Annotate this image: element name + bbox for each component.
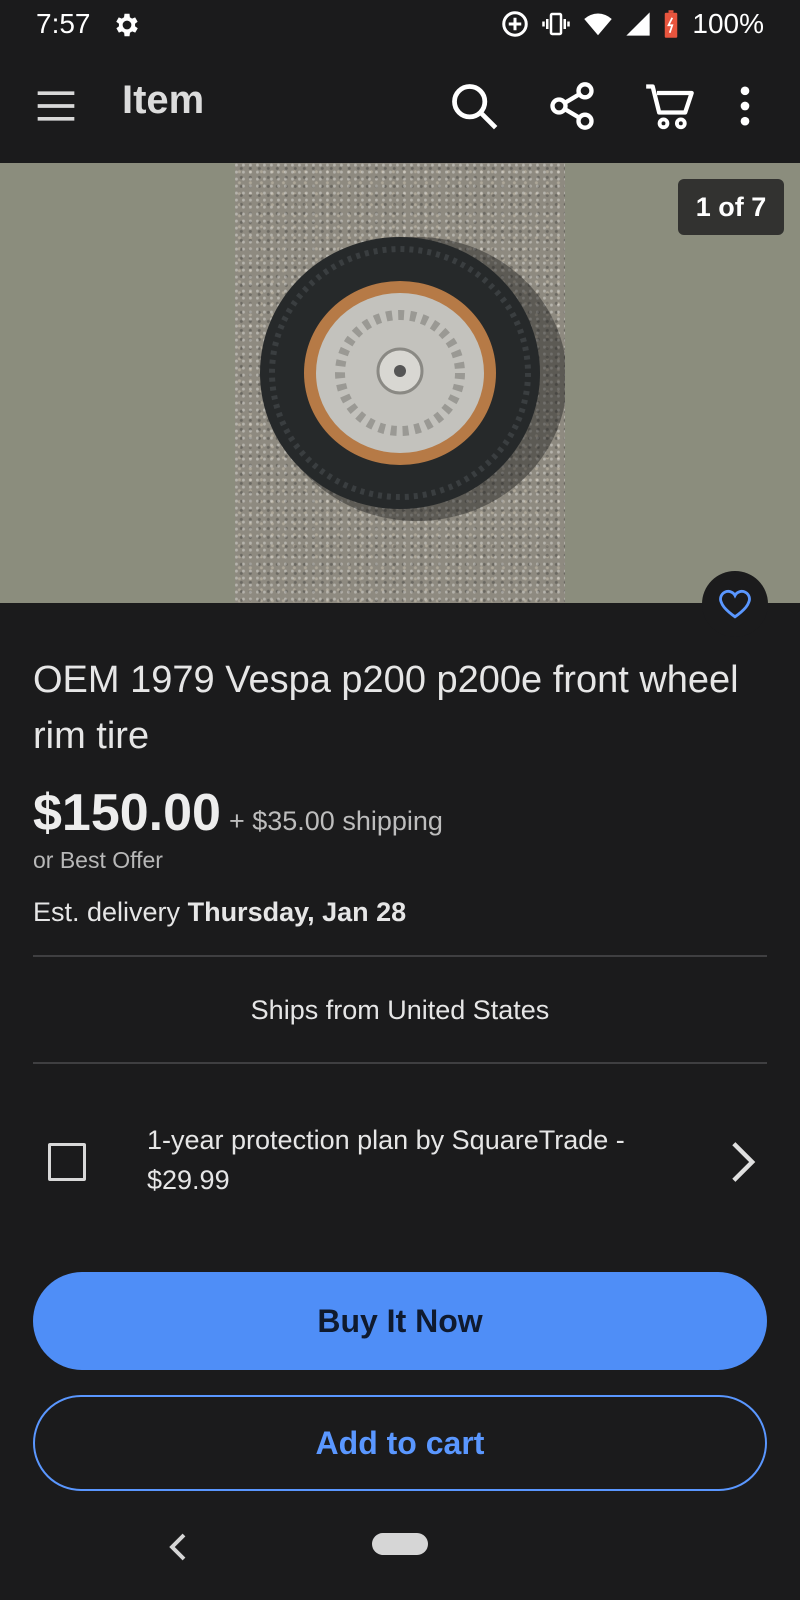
price: $150.00: [33, 784, 221, 842]
page-title: Item: [122, 78, 205, 122]
battery-icon: [665, 10, 678, 38]
signal-icon: [626, 12, 651, 36]
search-icon[interactable]: [448, 80, 500, 132]
add-to-cart-button[interactable]: Add to cart: [33, 1395, 767, 1491]
tire-image: [260, 237, 565, 521]
app-bar: Item: [0, 52, 800, 162]
listing-title: OEM 1979 Vespa p200 p200e front wheel ri…: [33, 659, 739, 757]
vibrate-icon: [542, 12, 571, 36]
data-saver-icon: [502, 11, 529, 37]
menu-icon[interactable]: [34, 84, 78, 128]
best-offer-label: or Best Offer: [33, 847, 163, 873]
delivery-prefix: Est. delivery: [33, 897, 181, 927]
battery-level: 100%: [692, 8, 764, 39]
image-gallery[interactable]: 1 of 7: [0, 163, 800, 603]
protection-plan-checkbox[interactable]: [48, 1143, 86, 1181]
more-icon[interactable]: [730, 80, 760, 132]
back-icon[interactable]: [166, 1529, 190, 1565]
status-time: 7:57: [36, 8, 91, 39]
watch-button[interactable]: [702, 571, 768, 637]
shipping-cost: + $35.00 shipping: [228, 806, 443, 836]
price-row: $150.00 + $35.00 shipping: [33, 783, 443, 843]
product-photo[interactable]: [235, 163, 565, 603]
home-pill[interactable]: [372, 1533, 428, 1555]
estimated-delivery: Est. delivery Thursday, Jan 28: [33, 897, 406, 928]
cart-icon[interactable]: [644, 80, 696, 132]
image-counter: 1 of 7: [678, 179, 784, 235]
divider: [33, 955, 767, 957]
system-nav-bar: [0, 1505, 800, 1600]
chevron-right-icon[interactable]: [728, 1140, 758, 1184]
delivery-date: Thursday, Jan 28: [187, 897, 407, 927]
divider: [33, 1062, 767, 1064]
share-icon[interactable]: [546, 80, 598, 132]
ships-from: Ships from United States: [250, 995, 550, 1025]
buy-it-now-button[interactable]: Buy It Now: [33, 1272, 767, 1370]
wifi-icon: [584, 13, 613, 36]
protection-plan-row[interactable]: 1-year protection plan by SquareTrade - …: [0, 1110, 800, 1220]
protection-plan-label: 1-year protection plan by SquareTrade - …: [147, 1125, 625, 1195]
status-bar: 7:57 100%: [0, 0, 800, 50]
heart-icon: [719, 589, 751, 619]
settings-icon: [116, 13, 138, 37]
status-icons: 100%: [500, 8, 764, 40]
